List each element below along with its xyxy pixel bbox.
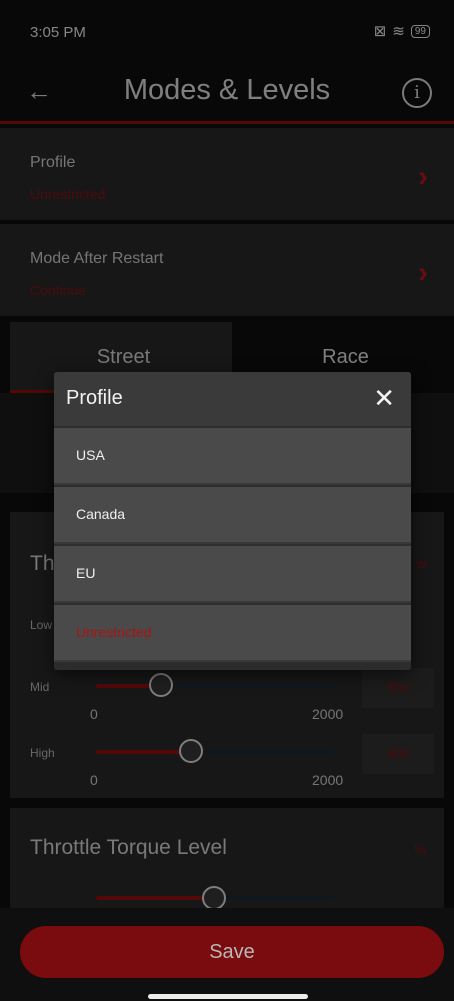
home-indicator <box>148 994 308 999</box>
option-eu[interactable]: EU <box>54 544 411 601</box>
close-icon[interactable]: ✕ <box>373 383 395 414</box>
option-label: Unrestricted <box>76 624 152 640</box>
option-canada[interactable]: Canada <box>54 485 411 542</box>
option-usa[interactable]: USA <box>54 426 411 483</box>
option-unrestricted[interactable]: Unrestricted <box>54 603 411 660</box>
dialog-header: Profile ✕ <box>54 372 411 426</box>
dialog-footer <box>54 662 411 670</box>
option-label: EU <box>76 565 96 581</box>
option-label: Canada <box>76 506 126 522</box>
save-button[interactable]: Save <box>20 926 444 978</box>
save-bar: Save <box>0 908 454 1001</box>
dialog-title: Profile <box>66 387 123 409</box>
option-label: USA <box>76 447 105 463</box>
profile-dialog: Profile ✕ USA Canada EU Unrestricted <box>54 372 411 670</box>
